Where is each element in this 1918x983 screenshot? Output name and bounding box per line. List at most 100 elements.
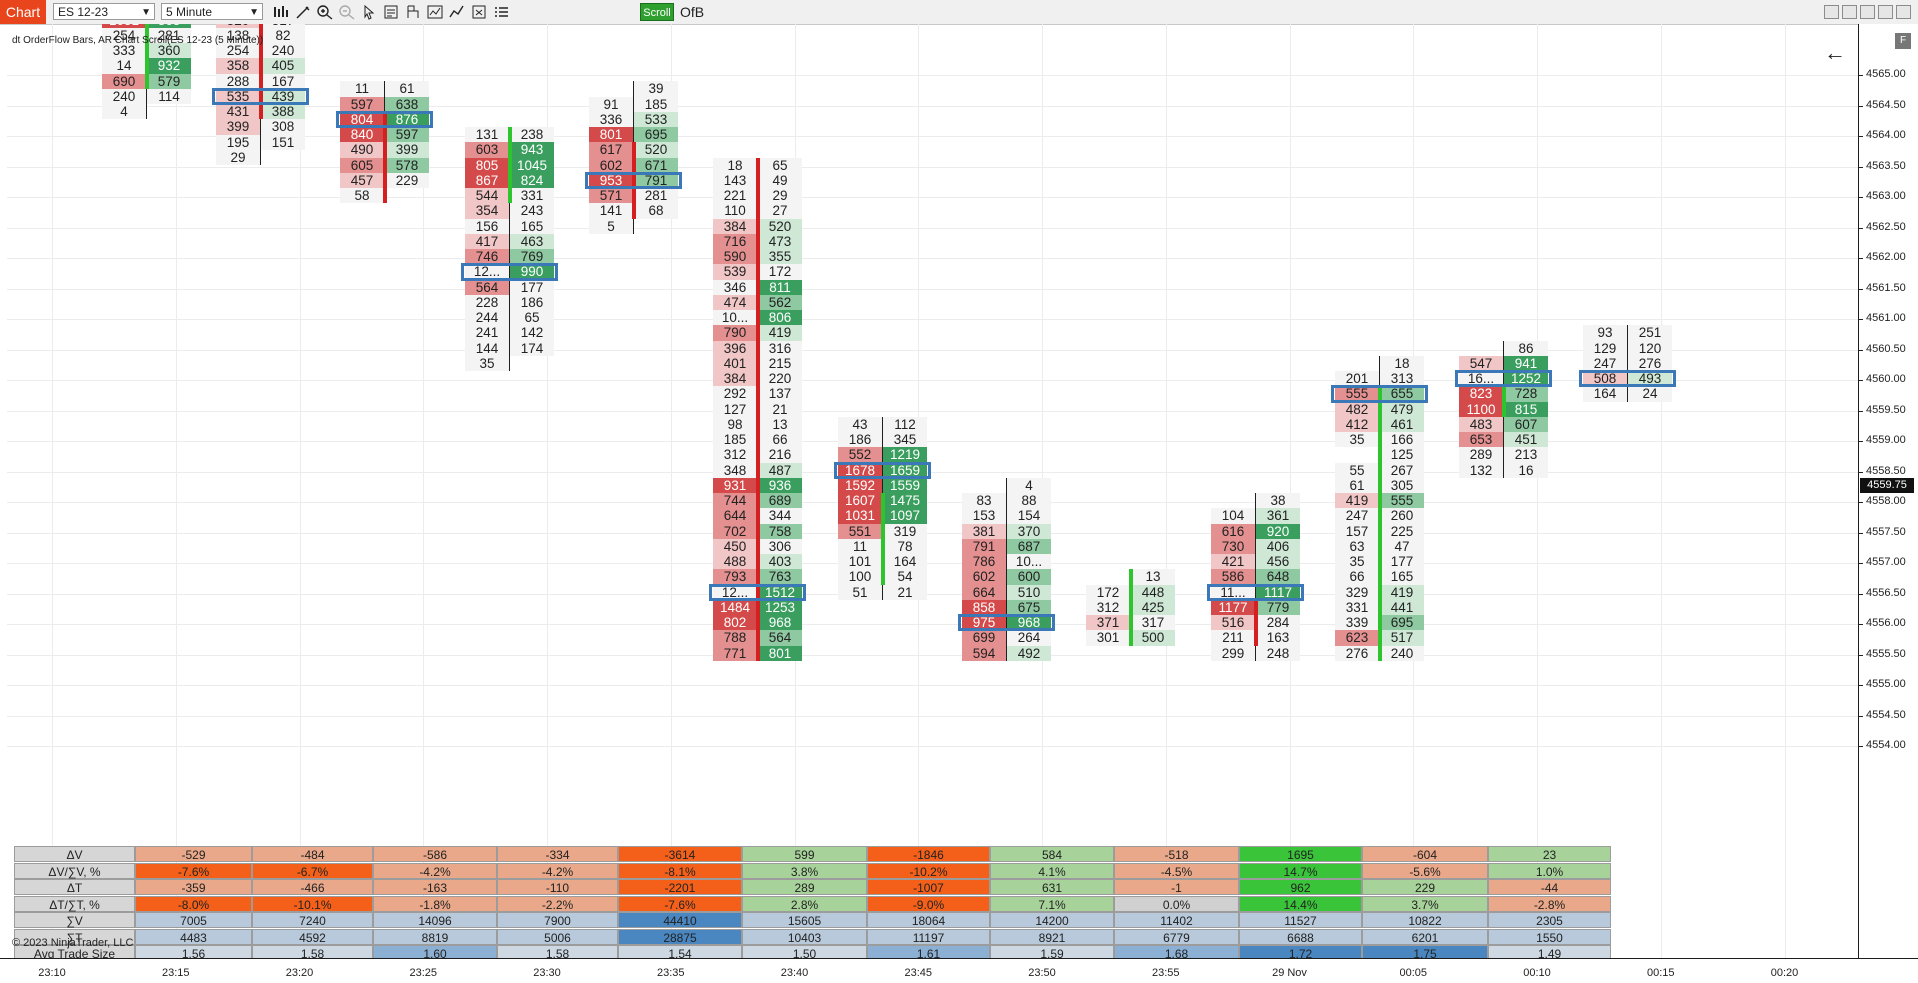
stat-cell: -2201 — [618, 879, 742, 895]
bid-volume-cell: 51 — [838, 584, 882, 600]
candle-body — [1377, 386, 1382, 661]
stat-cell: -1 — [1114, 879, 1239, 895]
price-tick-mark — [1858, 746, 1863, 747]
price-tick-mark — [1858, 136, 1863, 137]
ofb-label[interactable]: OfB — [680, 3, 704, 21]
bid-volume-cell: 421 — [1211, 554, 1255, 570]
price-tick-mark — [1858, 532, 1863, 534]
candle-body — [1253, 599, 1258, 646]
ask-volume-cell: 943 — [510, 142, 554, 158]
instrument-selector[interactable]: ES 12-23 ▼ — [53, 3, 155, 20]
bid-volume-cell: 586 — [1211, 569, 1255, 585]
point-of-control-box — [1579, 370, 1676, 388]
chart-menu-button[interactable]: Chart — [0, 0, 46, 24]
stat-cell: 6688 — [1239, 928, 1362, 945]
ask-volume-cell: 82 — [261, 27, 305, 44]
stat-cell: -2.8% — [1488, 895, 1611, 912]
point-of-control-box — [1207, 583, 1304, 601]
bid-volume-cell: 1031 — [838, 508, 882, 524]
scroll-toggle-button[interactable]: Scroll — [640, 3, 674, 21]
ask-volume-cell: 1253 — [758, 599, 802, 615]
ask-volume-cell: 281 — [634, 188, 678, 204]
bid-volume-cell — [962, 478, 1006, 493]
ask-volume-cell: 370 — [1007, 523, 1051, 539]
price-tick-mark — [1858, 197, 1863, 198]
price-tick-label: 4554.00 — [1866, 739, 1906, 751]
indicators-icon[interactable] — [426, 4, 444, 20]
time-tick-label: 23:40 — [780, 967, 809, 979]
bid-volume-cell: 244 — [465, 310, 509, 326]
stat-cell: -10.2% — [867, 862, 990, 879]
price-tick-mark — [1858, 471, 1863, 473]
bid-volume-cell: 63 — [1335, 538, 1379, 554]
copyright-text: © 2023 NinjaTrader, LLC — [12, 937, 134, 949]
price-tick-label: 4562.50 — [1866, 220, 1906, 233]
bid-volume-cell: 4 — [102, 104, 146, 120]
ask-volume-cell: 21 — [758, 401, 802, 417]
list-icon[interactable] — [492, 4, 510, 20]
stat-cell: 4483 — [135, 928, 252, 945]
templates-icon[interactable] — [470, 4, 488, 20]
stat-cell: -1007 — [867, 879, 990, 895]
time-tick-label: 00:05 — [1399, 967, 1428, 979]
ask-volume-cell: 213 — [1504, 447, 1548, 463]
price-tick-label: 4555.50 — [1866, 647, 1906, 660]
bid-volume-cell: 153 — [962, 508, 1006, 524]
properties-icon[interactable] — [404, 4, 422, 20]
ask-volume-cell: 177 — [1380, 554, 1424, 570]
ask-volume-cell: 215 — [758, 355, 802, 371]
restore-button[interactable] — [1878, 5, 1893, 19]
price-tick-mark — [1858, 75, 1863, 76]
ask-volume-cell: 597 — [385, 127, 429, 143]
draw-icon[interactable] — [294, 4, 312, 20]
bid-volume-cell: 801 — [589, 127, 633, 143]
ask-volume-cell: 331 — [510, 188, 554, 204]
ask-volume-cell: 607 — [1504, 416, 1548, 432]
price-tick-mark — [1858, 410, 1863, 412]
data-box-icon[interactable] — [382, 4, 400, 20]
stat-cell: 8819 — [373, 928, 497, 945]
price-tick-label: 4563.50 — [1866, 159, 1906, 172]
bid-volume-cell: 653 — [1459, 432, 1503, 448]
ask-volume-cell: 579 — [147, 73, 191, 89]
vertical-gridline — [175, 24, 177, 958]
stat-cell: -5.6% — [1362, 862, 1488, 879]
window-option-button[interactable] — [1824, 5, 1839, 19]
pointer-icon[interactable] — [360, 4, 378, 20]
ask-volume-cell: 27 — [758, 203, 802, 219]
minimize-button[interactable] — [1860, 5, 1875, 19]
ask-volume-cell: 648 — [1256, 569, 1300, 585]
zoom-out-icon[interactable] — [338, 4, 356, 20]
ask-volume-cell: 186 — [510, 294, 554, 310]
stat-cell: 4592 — [252, 928, 373, 945]
f-button[interactable]: F — [1895, 33, 1911, 49]
window-option-button[interactable] — [1842, 5, 1857, 19]
ask-volume-cell: 355 — [758, 249, 802, 265]
stat-cell: 599 — [742, 846, 867, 862]
price-tick-label: 4562.00 — [1866, 251, 1906, 263]
bid-volume-cell: 746 — [465, 249, 509, 265]
bid-volume-cell: 664 — [962, 584, 1006, 600]
bars-icon[interactable] — [272, 4, 290, 20]
stat-cell: 1.72 — [1239, 945, 1362, 958]
time-tick-label: 23:50 — [1028, 967, 1056, 979]
strategies-icon[interactable] — [448, 4, 466, 20]
ask-volume-cell: 316 — [758, 340, 802, 356]
chart-plot-area[interactable]: 1051868254281333360149326905792401144520… — [7, 24, 1858, 958]
ask-volume-cell: 114 — [147, 88, 191, 105]
bid-volume-cell: 131 — [465, 127, 509, 143]
timeframe-selector[interactable]: 5 Minute ▼ — [161, 3, 263, 20]
ask-volume-cell: 671 — [634, 157, 678, 173]
stat-cell: -1.8% — [373, 895, 497, 912]
bid-volume-cell: 354 — [465, 203, 509, 219]
ask-volume-cell: 473 — [758, 233, 802, 249]
back-arrow-icon[interactable]: ← — [1824, 40, 1846, 66]
close-button[interactable] — [1896, 5, 1911, 19]
ask-volume-cell: 562 — [758, 294, 802, 310]
ask-volume-cell: 174 — [510, 340, 554, 356]
ask-volume-cell: 86 — [1504, 340, 1548, 356]
price-tick-label: 4561.00 — [1866, 312, 1906, 324]
zoom-in-icon[interactable] — [316, 4, 334, 20]
bid-volume-cell: 551 — [838, 523, 882, 539]
bid-volume-cell: 172 — [1086, 584, 1130, 600]
